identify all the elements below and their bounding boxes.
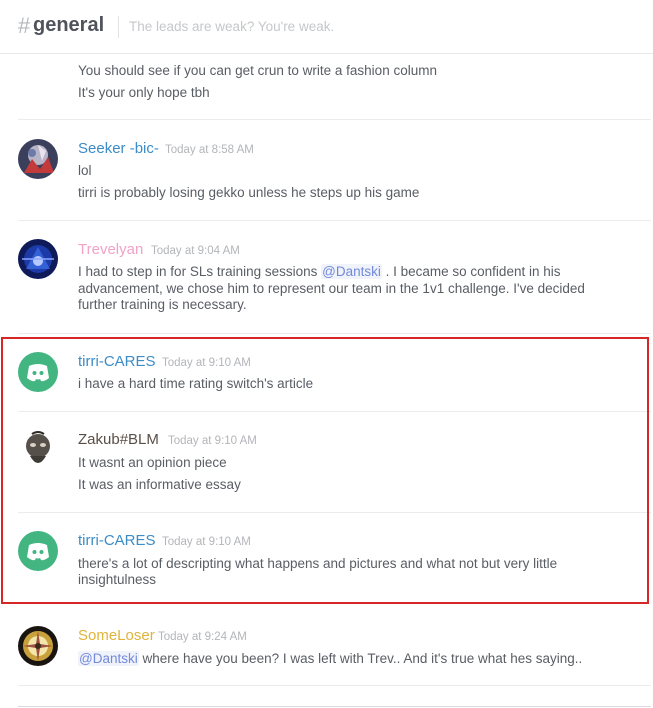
chat-input-top-border (18, 706, 651, 707)
username[interactable]: Trevelyan (78, 241, 143, 259)
header-divider (118, 16, 119, 38)
message-text: tirri is probably losing gekko unless he… (78, 185, 420, 200)
channel-hash-icon: # (18, 13, 31, 38)
message-divider (18, 119, 651, 120)
message-text: I had to step in for SLs training sessio… (78, 263, 560, 280)
message-text: It's your only hope tbh (78, 85, 210, 100)
someloser-avatar[interactable] (18, 626, 58, 666)
timestamp: Today at 8:58 AM (165, 144, 254, 156)
message-text: advancement, we chose him to represent o… (78, 281, 585, 296)
trevelyan-avatar[interactable] (18, 239, 58, 279)
message-text-part: where have you been? I was left with Tre… (138, 651, 583, 666)
message-text: further training is necessary. (78, 297, 247, 312)
username[interactable]: SomeLoser (78, 627, 155, 645)
seeker-avatar[interactable] (18, 139, 58, 179)
message-text: You should see if you can get crun to wr… (78, 63, 437, 78)
message-divider (18, 220, 651, 221)
channel-header: # general The leads are weak? You're wea… (0, 0, 653, 54)
channel-name[interactable]: general (33, 14, 104, 37)
message-text-part: . I became so confident in his (381, 264, 561, 279)
highlight-box (1, 337, 649, 604)
message-text: @Dantski where have you been? I was left… (78, 650, 582, 667)
user-mention[interactable]: @Dantski (78, 651, 139, 666)
timestamp: Today at 9:04 AM (151, 245, 240, 257)
message-text-part: I had to step in for SLs training sessio… (78, 264, 322, 279)
channel-topic: The leads are weak? You're weak. (129, 19, 335, 34)
message-divider (18, 333, 651, 334)
user-mention[interactable]: @Dantski (321, 264, 382, 279)
timestamp: Today at 9:24 AM (158, 631, 247, 643)
message-text: lol (78, 163, 92, 178)
message-divider (18, 685, 651, 686)
username[interactable]: Seeker -bic- (78, 140, 159, 158)
